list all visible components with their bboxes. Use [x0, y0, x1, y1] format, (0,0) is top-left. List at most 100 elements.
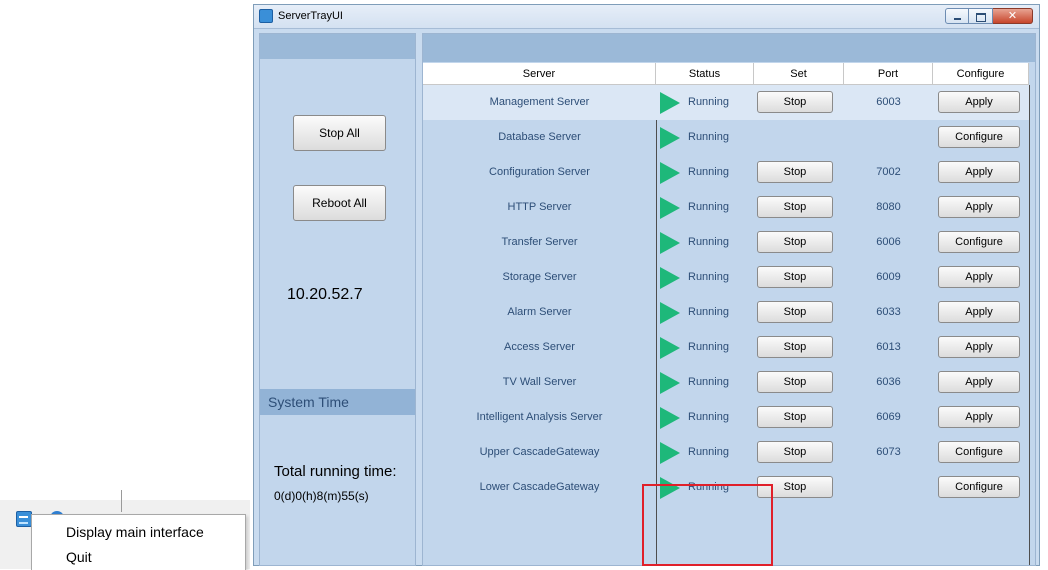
configure-button[interactable]: Configure — [938, 476, 1020, 498]
maximize-button[interactable] — [969, 8, 993, 24]
apply-button[interactable]: Apply — [938, 371, 1020, 393]
server-name: Intelligent Analysis Server — [476, 411, 603, 423]
menu-item-display-main-interface[interactable]: Display main interface — [66, 524, 204, 540]
column-divider — [1029, 85, 1030, 565]
server-tray-app-icon[interactable] — [16, 511, 32, 527]
stop-all-button[interactable]: Stop All — [293, 115, 386, 151]
status-cell: Running — [656, 470, 754, 505]
port-value: 6009 — [876, 271, 901, 283]
column-header-server[interactable]: Server — [423, 63, 656, 85]
port-value: 6006 — [876, 236, 901, 248]
configure-button[interactable]: Configure — [938, 231, 1020, 253]
server-list-header-bar — [423, 34, 1035, 62]
column-header-configure[interactable]: Configure — [933, 63, 1029, 85]
server-table: Server Status Set Port Configure Managem… — [423, 63, 1035, 566]
table-row[interactable]: TV Wall Server Running Stop 6036 Apply — [423, 365, 1029, 400]
stop-button[interactable]: Stop — [757, 231, 833, 253]
status-cell: Running — [656, 190, 754, 225]
window-title: ServerTrayUI — [278, 10, 343, 22]
control-panel: Stop All Reboot All 10.20.52.7 System Ti… — [259, 33, 416, 566]
table-row[interactable]: Alarm Server Running Stop 6033 Apply — [423, 295, 1029, 330]
status-text: Running — [688, 446, 729, 458]
play-triangle-icon — [660, 477, 680, 499]
stop-button[interactable]: Stop — [757, 371, 833, 393]
play-triangle-icon — [660, 267, 680, 289]
port-value: 8080 — [876, 201, 901, 213]
server-name: Lower CascadeGateway — [479, 481, 600, 493]
total-running-time-label: Total running time: — [274, 463, 397, 480]
table-row[interactable]: Management Server Running Stop 6003 Apply — [423, 85, 1029, 120]
server-name: Alarm Server — [507, 306, 572, 318]
apply-button[interactable]: Apply — [938, 266, 1020, 288]
play-triangle-icon — [660, 162, 680, 184]
close-icon: ✕ — [1007, 10, 1018, 22]
stop-button[interactable]: Stop — [757, 196, 833, 218]
table-row[interactable]: Upper CascadeGateway Running Stop 6073 Confi… — [423, 435, 1029, 470]
server-name: HTTP Server — [507, 201, 572, 213]
status-cell: Running — [656, 260, 754, 295]
status-text: Running — [688, 166, 729, 178]
apply-button[interactable]: Apply — [938, 301, 1020, 323]
apply-button[interactable]: Apply — [938, 336, 1020, 358]
apply-button[interactable]: Apply — [938, 161, 1020, 183]
status-cell: Running — [656, 295, 754, 330]
stop-button[interactable]: Stop — [757, 91, 833, 113]
table-row[interactable]: HTTP Server Running Stop 8080 Apply — [423, 190, 1029, 225]
server-name: Database Server — [498, 131, 581, 143]
minimize-button[interactable] — [945, 8, 969, 24]
status-text: Running — [688, 131, 729, 143]
status-text: Running — [688, 201, 729, 213]
play-triangle-icon — [660, 127, 680, 149]
port-value: 6036 — [876, 376, 901, 388]
table-row[interactable]: Storage Server Running Stop 6009 Apply — [423, 260, 1029, 295]
port-value: 6033 — [876, 306, 901, 318]
column-header-port[interactable]: Port — [844, 63, 933, 85]
play-triangle-icon — [660, 407, 680, 429]
server-tray-window: ServerTrayUI ✕ Stop All Reboot All 10.20… — [253, 4, 1040, 566]
stop-button[interactable]: Stop — [757, 406, 833, 428]
total-running-time-value: 0(d)0(h)8(m)55(s) — [274, 489, 369, 503]
table-row[interactable]: Access Server Running Stop 6013 Apply — [423, 330, 1029, 365]
column-header-status[interactable]: Status — [656, 63, 754, 85]
stop-button[interactable]: Stop — [757, 441, 833, 463]
status-text: Running — [688, 96, 729, 108]
control-panel-header — [260, 34, 415, 59]
stop-button[interactable]: Stop — [757, 476, 833, 498]
port-value: 6073 — [876, 446, 901, 458]
status-cell: Running — [656, 85, 754, 120]
configure-button[interactable]: Configure — [938, 441, 1020, 463]
column-header-set[interactable]: Set — [754, 63, 844, 85]
status-text: Running — [688, 481, 729, 493]
status-cell: Running — [656, 120, 754, 155]
title-bar[interactable]: ServerTrayUI ✕ — [254, 5, 1039, 29]
table-row[interactable]: Intelligent Analysis Server Running Stop 60… — [423, 400, 1029, 435]
table-row[interactable]: Transfer Server Running Stop 6006 Configure — [423, 225, 1029, 260]
menu-item-quit[interactable]: Quit — [66, 549, 92, 565]
app-icon — [259, 9, 273, 23]
stop-button[interactable]: Stop — [757, 266, 833, 288]
apply-button[interactable]: Apply — [938, 196, 1020, 218]
port-value: 6013 — [876, 341, 901, 353]
status-cell: Running — [656, 330, 754, 365]
table-row[interactable]: Configuration Server Running Stop 7002 Apply — [423, 155, 1029, 190]
server-name: Management Server — [489, 96, 590, 108]
configure-button[interactable]: Configure — [938, 126, 1020, 148]
status-text: Running — [688, 376, 729, 388]
close-button[interactable]: ✕ — [993, 8, 1033, 24]
reboot-all-button[interactable]: Reboot All — [293, 185, 386, 221]
stop-button[interactable]: Stop — [757, 161, 833, 183]
stop-button[interactable]: Stop — [757, 301, 833, 323]
table-row[interactable]: Database Server Running Configure — [423, 120, 1029, 155]
status-cell: Running — [656, 225, 754, 260]
play-triangle-icon — [660, 232, 680, 254]
server-name: TV Wall Server — [502, 376, 577, 388]
apply-button[interactable]: Apply — [938, 406, 1020, 428]
port-value: 6003 — [876, 96, 901, 108]
port-value: 7002 — [876, 166, 901, 178]
ip-address: 10.20.52.7 — [287, 286, 363, 303]
table-row[interactable]: Lower CascadeGateway Running Stop Configure — [423, 470, 1029, 505]
apply-button[interactable]: Apply — [938, 91, 1020, 113]
stop-button[interactable]: Stop — [757, 336, 833, 358]
play-triangle-icon — [660, 372, 680, 394]
status-text: Running — [688, 306, 729, 318]
